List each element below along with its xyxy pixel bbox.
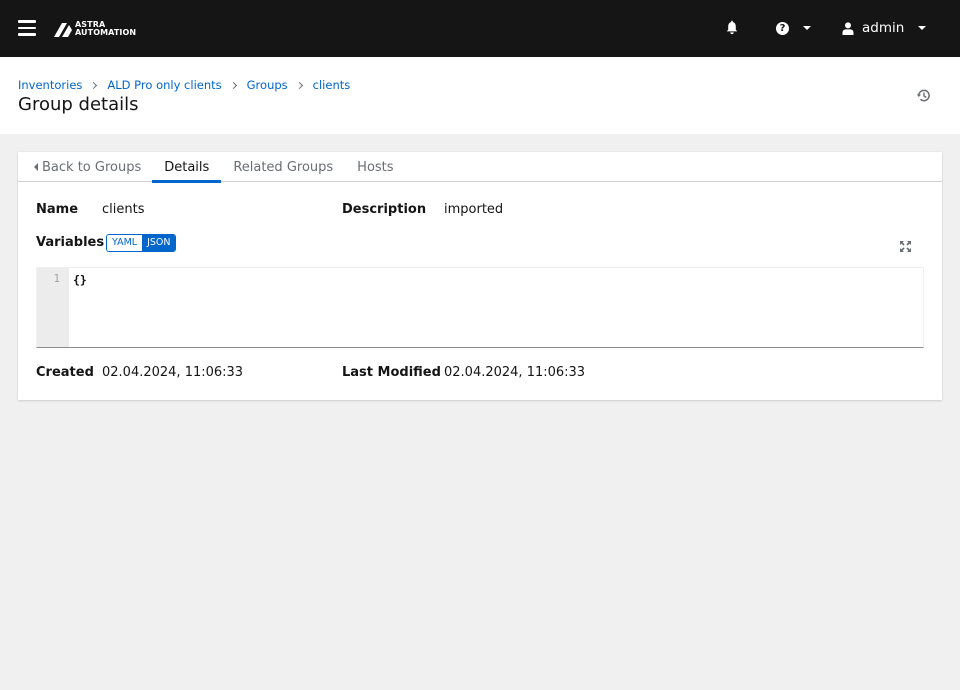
history-icon[interactable] <box>916 88 931 103</box>
caret-left-icon <box>34 163 38 171</box>
page-header: Inventories ALD Pro only clients Groups … <box>0 57 960 134</box>
group-details-card: Back to Groups Details Related Groups Ho… <box>18 152 942 400</box>
chevron-right-icon <box>295 81 303 89</box>
tab-back-to-groups[interactable]: Back to Groups <box>18 152 152 182</box>
editor-line-number: 1 <box>53 273 60 285</box>
logo-mark-icon <box>54 22 72 37</box>
help-icon: ? <box>776 21 789 35</box>
breadcrumb: Inventories ALD Pro only clients Groups … <box>18 78 350 92</box>
app-logo[interactable]: ASTRA AUTOMATION <box>53 19 136 39</box>
tab-bar: Back to Groups Details Related Groups Ho… <box>18 152 942 183</box>
editor-content: {} <box>73 273 87 287</box>
breadcrumb-inventory[interactable]: ALD Pro only clients <box>107 78 221 92</box>
expand-icon[interactable] <box>899 240 912 253</box>
breadcrumb-group[interactable]: clients <box>313 78 351 92</box>
json-toggle-button[interactable]: JSON <box>142 235 176 251</box>
page-title: Group details <box>18 94 139 115</box>
caret-down-icon <box>803 26 811 30</box>
bell-icon[interactable] <box>724 20 740 36</box>
variables-code-editor[interactable]: 1 {} <box>36 267 924 348</box>
chevron-right-icon <box>229 81 237 89</box>
user-name: admin <box>862 20 905 36</box>
breadcrumb-inventories[interactable]: Inventories <box>18 78 82 92</box>
user-icon <box>842 21 854 35</box>
logo-line2: AUTOMATION <box>75 28 137 37</box>
logo-text: ASTRA AUTOMATION <box>75 20 137 38</box>
tab-related-groups[interactable]: Related Groups <box>221 152 345 182</box>
variables-label: Variables <box>36 235 105 250</box>
last-modified-value: 02.04.2024, 11:06:33 <box>444 365 586 380</box>
name-value: clients <box>102 202 145 217</box>
variables-format-toggle: YAML JSON <box>106 234 177 252</box>
created-value: 02.04.2024, 11:06:33 <box>102 365 244 380</box>
editor-gutter: 1 <box>37 268 69 347</box>
masthead: ASTRA AUTOMATION ? admin <box>0 0 960 57</box>
caret-down-icon <box>918 26 927 30</box>
tab-back-label: Back to Groups <box>42 159 142 175</box>
description-value: imported <box>444 202 504 217</box>
tab-details[interactable]: Details <box>152 152 222 183</box>
user-menu-toggle[interactable]: admin <box>842 18 927 38</box>
created-label: Created <box>36 365 94 380</box>
hamburger-icon[interactable] <box>18 20 36 36</box>
chevron-right-icon <box>90 81 98 89</box>
description-label: Description <box>342 202 427 217</box>
breadcrumb-groups[interactable]: Groups <box>247 78 288 92</box>
tab-hosts[interactable]: Hosts <box>345 152 405 182</box>
last-modified-label: Last Modified <box>342 365 441 380</box>
name-label: Name <box>36 202 79 217</box>
help-menu-toggle[interactable]: ? <box>776 20 814 36</box>
yaml-toggle-button[interactable]: YAML <box>107 235 143 251</box>
